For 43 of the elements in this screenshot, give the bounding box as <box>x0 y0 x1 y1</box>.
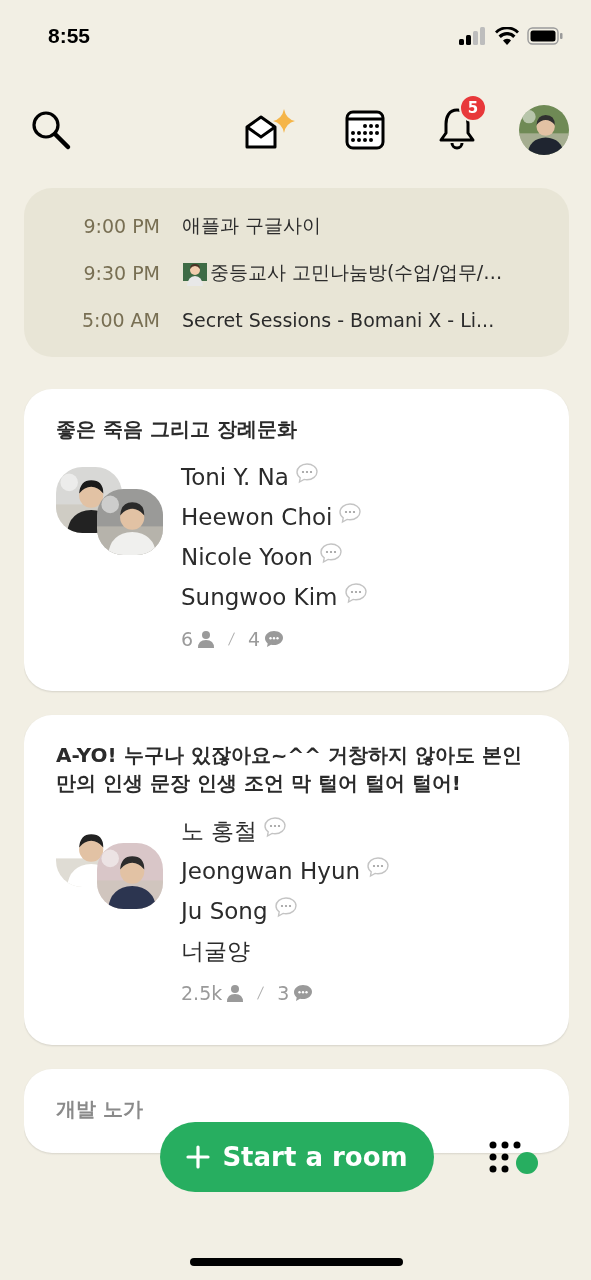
event-title[interactable]: 애플과 구글사이 <box>182 212 322 239</box>
speaker-name: Heewon Choi <box>181 504 333 530</box>
wifi-icon <box>495 27 519 45</box>
speaker-name: Toni Y. Na <box>181 464 289 490</box>
event-time: 5:00 AM <box>80 308 160 331</box>
event-title[interactable]: 중등교사 고민나눔방(수업/업무/… <box>210 259 503 286</box>
chat-bubble-icon <box>294 462 319 484</box>
person-icon <box>226 984 245 1002</box>
room-card[interactable]: A-YO! 누구나 있잖아요~^^ 거창하지 않아도 본인 만의 인생 문장 인생 조언 막 털어 털어 털어! 노 홍철 Jeongwan Hyun Ju Song 너굴양 2.5k 3 <box>24 715 569 1045</box>
chat-bubble-icon <box>338 502 363 524</box>
event-title[interactable]: Secret Sessions - Bomani X - Li... <box>182 308 495 331</box>
speaker-name: Sungwoo Kim <box>181 584 338 610</box>
chat-bubble-icon <box>366 856 391 878</box>
chat-bubble-icon <box>263 816 288 838</box>
chat-bubble-icon <box>343 582 368 604</box>
room-title: 개발 노가 <box>56 1096 144 1123</box>
status-time: 8:55 <box>48 24 91 48</box>
speaker-name: Nicole Yoon <box>181 544 313 570</box>
battery-icon <box>527 27 563 45</box>
room-title: 좋은 죽음 그리고 장례문화 <box>56 416 298 443</box>
room-card[interactable]: 좋은 죽음 그리고 장례문화 Toni Y. Na Heewon Choi Nicole Yoon Sungwoo Kim 6 4 <box>24 389 569 691</box>
chat-bubble-icon <box>273 896 298 918</box>
speaker-name: Jeongwan Hyun <box>181 858 361 884</box>
room-title: A-YO! 누구나 있잖아요~^^ 거창하지 않아도 본인 만의 인생 문장 인생 조언 막 털어 털어 털어! <box>56 742 523 797</box>
calendar-icon[interactable] <box>345 110 385 150</box>
notification-badge: 5 <box>459 94 487 122</box>
event-time: 9:30 PM <box>82 261 160 284</box>
speaker-name: Ju Song <box>181 898 268 924</box>
chat-icon <box>264 630 285 648</box>
dot-grid-icon[interactable] <box>488 1140 540 1176</box>
signal-icon <box>459 27 487 45</box>
speaker-name: 노 홍철 <box>181 816 258 846</box>
speaker-name: 너굴양 <box>181 936 250 966</box>
listener-count: 6 <box>181 628 194 650</box>
search-icon[interactable] <box>30 109 72 151</box>
listener-count: 2.5k <box>181 982 223 1004</box>
comment-count: 4 <box>248 628 261 650</box>
chat-bubble-icon <box>318 542 343 564</box>
event-time: 9:00 PM <box>82 214 160 237</box>
person-icon <box>197 630 216 648</box>
chat-icon <box>293 984 314 1002</box>
comment-count: 3 <box>277 982 290 1004</box>
plus-icon <box>186 1145 211 1169</box>
